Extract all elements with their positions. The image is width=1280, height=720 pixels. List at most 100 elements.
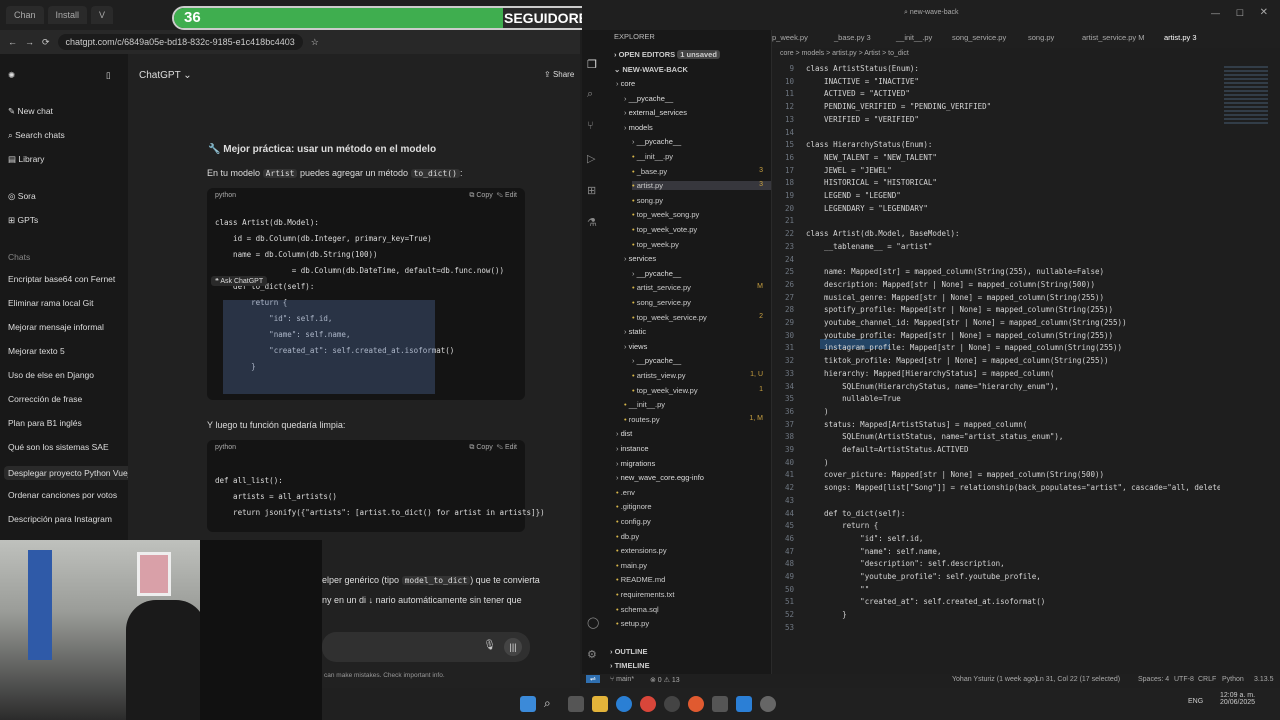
indentation[interactable]: Spaces: 4 [1138, 676, 1169, 683]
voice-mode-icon[interactable]: ||| [504, 638, 522, 656]
tree-file[interactable]: • routes.py [624, 415, 660, 424]
editor-tab[interactable]: song.py [1028, 33, 1054, 42]
run-debug-icon[interactable]: ▷ [587, 152, 595, 165]
editor-tab[interactable]: p_week.py [772, 33, 808, 42]
tree-folder[interactable]: › models [624, 123, 653, 132]
copy-button[interactable]: ⧉ Copy [469, 192, 492, 199]
tree-folder[interactable]: › core [616, 79, 635, 88]
editor-tab[interactable]: _base.py 3 [834, 33, 871, 42]
tree-folder[interactable]: › migrations [616, 459, 655, 468]
chat-history-item[interactable]: Mejorar texto 5 [8, 346, 65, 356]
project-root[interactable]: ⌄ NEW-WAVE-BACK [614, 65, 688, 74]
source-control-icon[interactable]: ⑂ [587, 120, 594, 132]
copy-button[interactable]: ⧉ Copy [469, 444, 492, 451]
tree-file[interactable]: • top_week_view.py [632, 386, 698, 395]
edge-icon[interactable] [616, 696, 632, 712]
chat-history-item[interactable]: Ordenar canciones por votos [8, 490, 117, 500]
obs-icon[interactable] [760, 696, 776, 712]
branch-indicator[interactable]: ⑂ main* [610, 676, 634, 683]
tree-folder[interactable]: › external_services [624, 108, 687, 117]
sidebar-item-library[interactable]: ▤ Library [8, 154, 44, 165]
sidebar-item-gpts[interactable]: ⊞ GPTs [8, 215, 38, 226]
search-icon[interactable]: ⌕ [544, 696, 560, 712]
file-explorer-icon[interactable] [592, 696, 608, 712]
tree-file[interactable]: • main.py [616, 561, 647, 570]
back-icon[interactable]: ← [8, 37, 17, 47]
chat-history-item[interactable]: Uso de else en Django [8, 370, 94, 380]
editor-tab[interactable]: song_service.py [952, 33, 1006, 42]
github-desktop-icon[interactable] [664, 696, 680, 712]
terminal-icon[interactable] [712, 696, 728, 712]
command-search[interactable]: ⌕ new-wave-back [904, 9, 959, 17]
tree-file[interactable]: • _base.py [632, 167, 667, 176]
chat-history-item[interactable]: Qué son los sistemas SAE [8, 442, 109, 452]
browser-tab[interactable]: V [91, 6, 114, 24]
chatgpt-logo-icon[interactable]: ✺ [8, 70, 15, 81]
task-view-icon[interactable] [568, 696, 584, 712]
language-indicator[interactable]: ENG [1188, 698, 1203, 705]
sidebar-item-new-chat[interactable]: ✎ New chat [8, 106, 53, 117]
open-editors-section[interactable]: › OPEN EDITORS 1 unsaved [614, 50, 720, 59]
minimize-icon[interactable]: — [1211, 8, 1220, 18]
chat-history-item[interactable]: Desplegar proyecto Python Vuejs [4, 466, 138, 480]
star-icon[interactable]: ☆ [311, 37, 319, 48]
python-version[interactable]: 3.13.5 [1254, 676, 1273, 683]
close-icon[interactable]: ✕ [1260, 7, 1268, 18]
scroll-down-icon[interactable]: ↓ [369, 595, 374, 605]
chat-history-item[interactable]: Plan para B1 inglés [8, 418, 82, 428]
chrome-icon[interactable] [640, 696, 656, 712]
tree-file[interactable]: • artist.py [632, 181, 771, 191]
editor-tab[interactable]: __init__.py [896, 33, 932, 42]
forward-icon[interactable]: → [25, 37, 34, 47]
tree-file[interactable]: • top_week_service.py [632, 313, 707, 322]
tree-folder[interactable]: › instance [616, 444, 649, 453]
url-field[interactable]: chatgpt.com/c/6849a05e-bd18-832c-9185-e1… [57, 34, 303, 50]
vscode-icon[interactable] [736, 696, 752, 712]
chat-history-item[interactable]: Descripción para Instagram [8, 514, 112, 524]
share-button[interactable]: ⇪ Share [544, 70, 574, 79]
tree-folder[interactable]: › static [624, 327, 646, 336]
tree-file[interactable]: • config.py [616, 517, 651, 526]
reload-icon[interactable]: ⟳ [42, 37, 50, 48]
minimap[interactable] [1220, 62, 1280, 674]
extensions-icon[interactable]: ⊞ [587, 184, 596, 197]
editor-tab[interactable]: artist.py 3 [1164, 33, 1197, 42]
tree-folder[interactable]: › new_wave_core.egg-info [616, 473, 704, 482]
settings-gear-icon[interactable]: ⚙ [587, 648, 597, 661]
tree-folder[interactable]: › __pycache__ [624, 94, 673, 103]
tree-file[interactable]: • song.py [632, 196, 663, 205]
clock[interactable]: 12:09 a. m. 20/06/2025 [1220, 692, 1255, 706]
tree-folder[interactable]: › __pycache__ [632, 137, 681, 146]
tree-file[interactable]: • top_week_song.py [632, 210, 699, 219]
code-editor[interactable]: 9 class ArtistStatus(Enum): 10 INACTIVE = … [772, 62, 1220, 674]
tree-folder[interactable]: › services [624, 254, 656, 263]
tree-file[interactable]: • top_week_vote.py [632, 225, 697, 234]
tree-folder[interactable]: › dist [616, 429, 632, 438]
tree-file[interactable]: • db.py [616, 532, 639, 541]
tree-file[interactable]: • artist_service.py [632, 283, 691, 292]
tree-folder[interactable]: › __pycache__ [632, 269, 681, 278]
browser-tab[interactable]: Install [47, 6, 88, 24]
search-icon[interactable]: ⌕ [587, 88, 593, 101]
chat-history-item[interactable]: Corrección de frase [8, 394, 82, 404]
testing-icon[interactable]: ⚗ [587, 216, 597, 229]
microphone-icon[interactable]: 🎙 [483, 640, 496, 651]
sidebar-toggle-icon[interactable]: ▯ [106, 70, 111, 81]
problems-indicator[interactable]: ⊗ 0 ⚠ 13 [650, 676, 680, 684]
language-mode[interactable]: Python [1222, 676, 1244, 683]
tree-file[interactable]: • extensions.py [616, 546, 667, 555]
timeline-section[interactable]: › TIMELINE [610, 661, 650, 670]
outline-section[interactable]: › OUTLINE [610, 647, 648, 656]
browser-tab[interactable]: Chan [6, 6, 44, 24]
tree-file[interactable]: • __init__.py [624, 400, 665, 409]
chat-history-item[interactable]: Eliminar rama local Git [8, 298, 94, 308]
line-ending[interactable]: CRLF [1198, 676, 1216, 683]
tree-file[interactable]: • __init__.py [632, 152, 673, 161]
tree-file[interactable]: • .env [616, 488, 635, 497]
ask-chatgpt-tooltip[interactable]: ❝ Ask ChatGPT [211, 276, 268, 286]
git-blame[interactable]: Yohan Ysturiz (1 week ago) [952, 676, 1037, 683]
chatgpt-model-selector[interactable]: ChatGPT ⌄ [139, 70, 192, 81]
tree-file[interactable]: • song_service.py [632, 298, 691, 307]
start-icon[interactable] [520, 696, 536, 712]
chat-history-item[interactable]: Mejorar mensaje informal [8, 322, 104, 332]
